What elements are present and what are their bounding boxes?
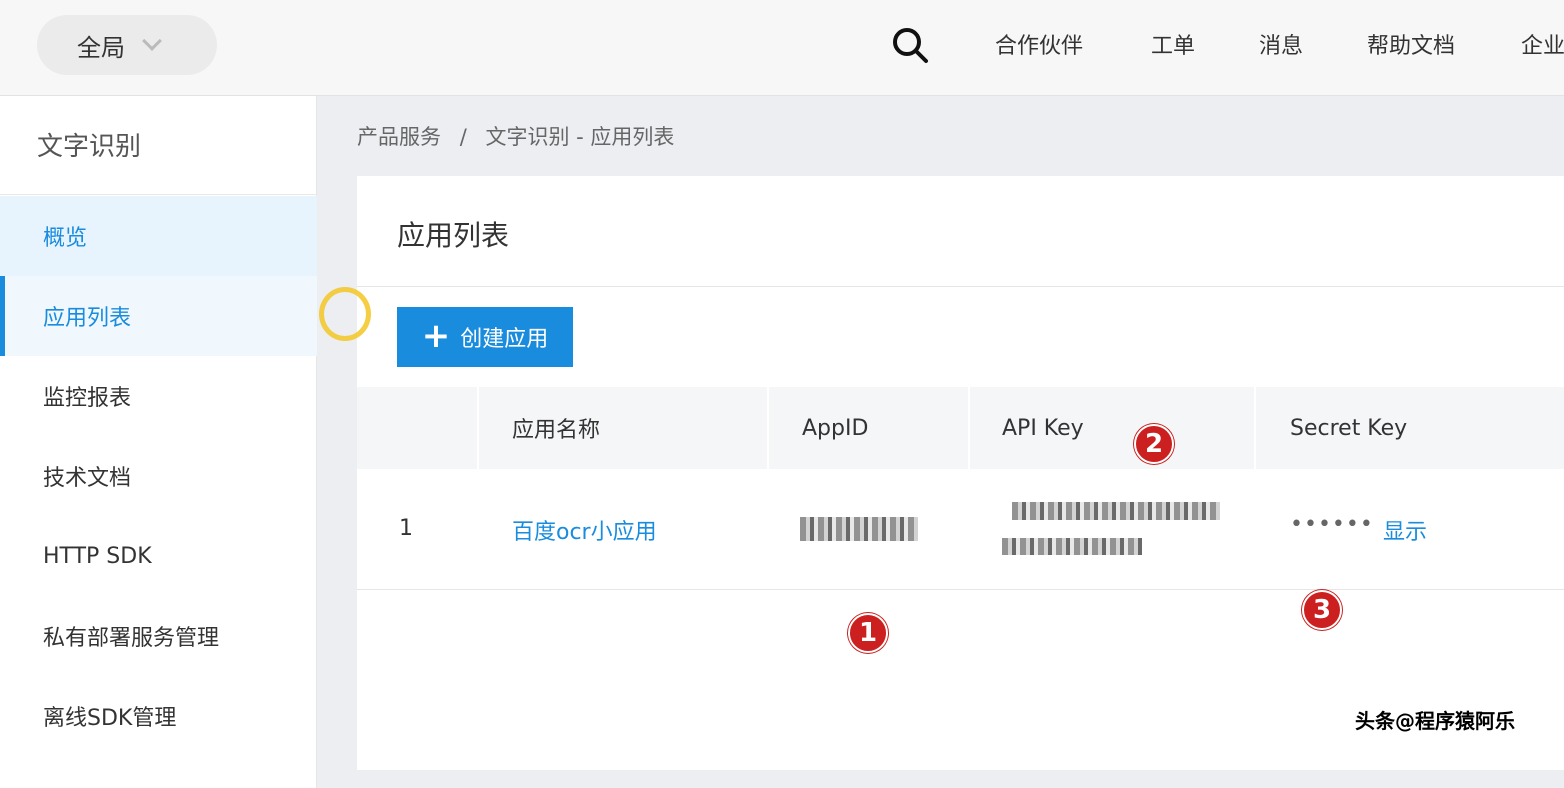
api-key-cell xyxy=(985,476,1246,596)
plus-icon: + xyxy=(421,315,451,356)
sidebar-title: 文字识别 xyxy=(37,132,142,162)
sidebar-item-label: 概览 xyxy=(43,226,88,251)
sidebar-item-offline-sdk[interactable]: 离线SDK管理 xyxy=(0,676,317,756)
sidebar-item-private-deploy[interactable]: 私有部署服务管理 xyxy=(0,596,317,676)
api-key-redacted-line-2 xyxy=(1002,538,1142,555)
annotation-badge-3: 3 xyxy=(1302,590,1342,630)
scope-selector[interactable]: 全局 xyxy=(37,15,217,75)
header-divider xyxy=(477,387,479,469)
row-divider xyxy=(357,589,1564,590)
nav-partners[interactable]: 合作伙伴 xyxy=(995,28,1083,60)
nav-help-docs[interactable]: 帮助文档 xyxy=(1367,28,1455,60)
sidebar-item-label: HTTP SDK xyxy=(43,543,152,569)
nav-messages[interactable]: 消息 xyxy=(1259,28,1303,60)
sidebar-item-label: 离线SDK管理 xyxy=(43,706,177,731)
row-index: 1 xyxy=(399,516,413,541)
sidebar-item-label: 私有部署服务管理 xyxy=(43,626,220,651)
watermark: 头条@程序猿阿乐 xyxy=(1355,709,1515,733)
breadcrumb-current: 文字识别 - 应用列表 xyxy=(485,125,675,149)
header-divider xyxy=(767,387,769,469)
cursor-highlight xyxy=(319,287,371,341)
header-appid: AppID xyxy=(802,415,869,441)
sidebar: 文字识别 概览 应用列表 监控报表 技术文档 HTTP SDK 私有部署服务管理… xyxy=(0,96,317,788)
sidebar-item-http-sdk[interactable]: HTTP SDK xyxy=(0,516,317,596)
header-secret-key: Secret Key xyxy=(1290,415,1408,441)
create-app-label: 创建应用 xyxy=(460,327,549,352)
sidebar-divider xyxy=(0,194,317,195)
sidebar-item-label: 应用列表 xyxy=(43,306,132,331)
secret-key-mask: •••••• xyxy=(1290,512,1374,537)
top-bar: 全局 合作伙伴 工单 消息 帮助文档 企业 xyxy=(0,0,1564,96)
sidebar-item-app-list[interactable]: 应用列表 xyxy=(0,276,317,356)
scope-label: 全局 xyxy=(77,33,125,62)
header-index xyxy=(357,387,477,469)
create-app-button[interactable]: + 创建应用 xyxy=(397,307,573,367)
header-app-name: 应用名称 xyxy=(512,418,601,443)
nav-enterprise[interactable]: 企业 xyxy=(1521,28,1564,60)
annotation-badge-2: 2 xyxy=(1134,424,1174,464)
sidebar-item-label: 监控报表 xyxy=(43,386,132,411)
card-divider xyxy=(357,286,1564,287)
annotation-badge-1: 1 xyxy=(848,613,888,653)
breadcrumb-root[interactable]: 产品服务 xyxy=(357,125,441,149)
sidebar-item-overview[interactable]: 概览 xyxy=(0,196,317,276)
sidebar-item-monitoring[interactable]: 监控报表 xyxy=(0,356,317,436)
breadcrumb: 产品服务 / 文字识别 - 应用列表 xyxy=(357,121,674,151)
api-key-redacted-line-1 xyxy=(1012,502,1220,520)
page-title: 应用列表 xyxy=(397,219,510,252)
chevron-down-icon xyxy=(142,31,162,51)
header-divider xyxy=(968,387,970,469)
app-name-link[interactable]: 百度ocr小应用 xyxy=(512,514,657,546)
header-api-key: API Key xyxy=(1002,415,1084,441)
search-icon[interactable] xyxy=(891,26,929,64)
app-list-card: 应用列表 + 创建应用 应用名称 AppID API Key Secret Ke… xyxy=(357,176,1564,770)
sidebar-item-tech-docs[interactable]: 技术文档 xyxy=(0,436,317,516)
sidebar-item-label: 技术文档 xyxy=(43,466,132,491)
header-divider xyxy=(1254,387,1256,469)
appid-redacted xyxy=(800,517,918,541)
nav-tickets[interactable]: 工单 xyxy=(1151,28,1195,60)
breadcrumb-separator: / xyxy=(459,125,467,149)
show-secret-link[interactable]: 显示 xyxy=(1383,514,1427,546)
table-header: 应用名称 AppID API Key Secret Key xyxy=(357,387,1564,469)
